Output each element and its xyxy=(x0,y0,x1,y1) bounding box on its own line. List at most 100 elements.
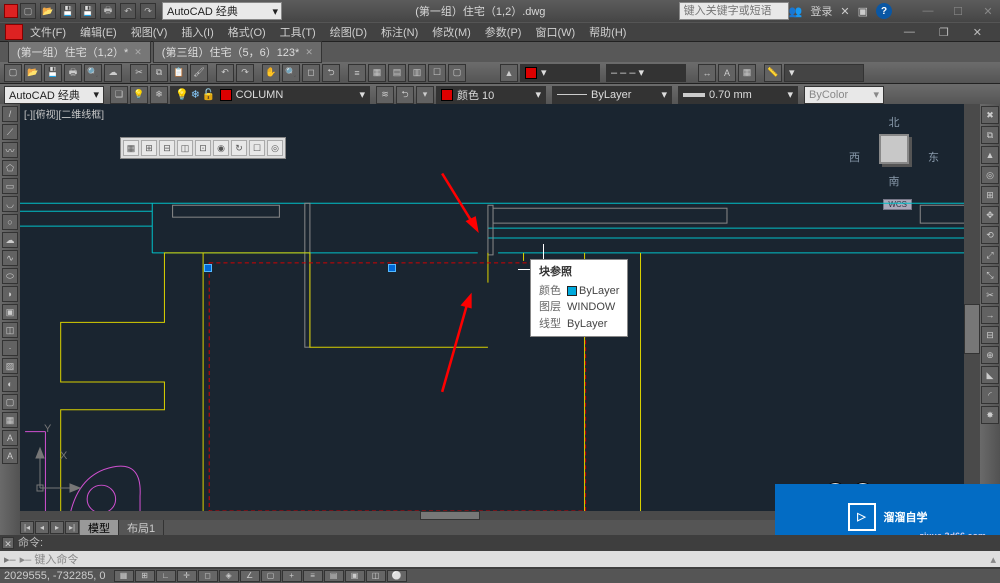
layer-freeze-icon[interactable]: ❄ xyxy=(150,86,168,104)
stretch-icon[interactable]: ⤡ xyxy=(981,266,999,284)
pan-icon[interactable]: ✋ xyxy=(262,64,280,82)
people-icon[interactable]: 👥 xyxy=(789,5,803,18)
3dosnap-toggle[interactable]: ◈ xyxy=(219,570,239,582)
gradient-icon[interactable]: ◐ xyxy=(2,376,18,392)
extend-icon[interactable]: → xyxy=(981,306,999,324)
menu-dimension[interactable]: 标注(N) xyxy=(381,24,418,40)
layer-match-icon[interactable]: ≋ xyxy=(376,86,394,104)
ucs-icon[interactable]: Y X xyxy=(30,448,80,501)
open-icon[interactable]: 📂 xyxy=(24,64,42,82)
zoom-icon[interactable]: 🔍 xyxy=(282,64,300,82)
command-window[interactable]: ✕ 命令: ▸– ▸– 键入命令 ▴ xyxy=(0,535,1000,569)
measure-icon[interactable]: 📏 xyxy=(764,64,782,82)
snap-toggle[interactable]: ▦ xyxy=(114,570,134,582)
menu-view[interactable]: 视图(V) xyxy=(131,24,168,40)
qat-saveas-icon[interactable]: 💾 xyxy=(80,3,96,19)
grip-handle[interactable] xyxy=(204,264,212,272)
redo-icon[interactable]: ↷ xyxy=(236,64,254,82)
new-icon[interactable]: ▢ xyxy=(4,64,22,82)
region-icon[interactable]: ▢ xyxy=(2,394,18,410)
table-icon[interactable]: ▦ xyxy=(738,64,756,82)
menu-file[interactable]: 文件(F) xyxy=(30,24,66,40)
ducs-toggle[interactable]: ▢ xyxy=(261,570,281,582)
qat-undo-icon[interactable]: ↶ xyxy=(120,3,136,19)
properties-icon[interactable]: ≡ xyxy=(348,64,366,82)
scroll-thumb[interactable] xyxy=(420,511,480,520)
mirror2-icon[interactable]: ▲ xyxy=(981,146,999,164)
sheetset-icon[interactable]: ▥ xyxy=(408,64,426,82)
fillet-icon[interactable]: ◜ xyxy=(981,386,999,404)
markup-icon[interactable]: ☐ xyxy=(428,64,446,82)
layer-on-icon[interactable]: 💡 xyxy=(130,86,148,104)
scroll-thumb[interactable] xyxy=(964,304,980,354)
qp-toggle[interactable]: ▣ xyxy=(345,570,365,582)
ortho-toggle[interactable]: ∟ xyxy=(156,570,176,582)
minimize-button[interactable]: — xyxy=(920,5,936,18)
tab-last-icon[interactable]: ▸| xyxy=(65,521,79,534)
help-icon[interactable]: ? xyxy=(876,3,892,19)
table-draw-icon[interactable]: ▦ xyxy=(2,412,18,428)
print-icon[interactable]: 🖶 xyxy=(64,64,82,82)
qat-save-icon[interactable]: 💾 xyxy=(60,3,76,19)
quickcalc-icon[interactable]: ▢ xyxy=(448,64,466,82)
login-link[interactable]: 登录 xyxy=(810,3,832,19)
menu-modify[interactable]: 修改(M) xyxy=(432,24,471,40)
menu-param[interactable]: 参数(P) xyxy=(485,24,522,40)
app-menu-button[interactable] xyxy=(5,24,23,40)
block-icon[interactable]: ◫ xyxy=(2,322,18,338)
revcloud-icon[interactable]: ☁ xyxy=(2,232,18,248)
app-logo-icon[interactable] xyxy=(4,4,18,18)
cmd-close-icon[interactable]: ✕ xyxy=(2,537,14,549)
insert-icon[interactable]: ▣ xyxy=(2,304,18,320)
array-icon[interactable]: ⊞ xyxy=(981,186,999,204)
qat-redo-icon[interactable]: ↷ xyxy=(140,3,156,19)
ellipse-icon[interactable]: ⬭ xyxy=(2,268,18,284)
pline-icon[interactable]: 〰 xyxy=(2,142,18,158)
lineweight-dropdown[interactable]: 0.70 mm▾ xyxy=(678,86,798,104)
cmd-dropdown-icon[interactable]: ▴ xyxy=(990,553,996,566)
polar-toggle[interactable]: ✛ xyxy=(177,570,197,582)
layer-props-icon[interactable]: ❏ xyxy=(110,86,128,104)
publish-icon[interactable]: ☁ xyxy=(104,64,122,82)
menu-tools[interactable]: 工具(T) xyxy=(280,24,316,40)
qat-open-icon[interactable]: 📂 xyxy=(40,3,56,19)
copy2-icon[interactable]: ⧉ xyxy=(981,126,999,144)
zoom-window-icon[interactable]: ◻ xyxy=(302,64,320,82)
point-icon[interactable]: · xyxy=(2,340,18,356)
designcenter-icon[interactable]: ▦ xyxy=(368,64,386,82)
xline-icon[interactable]: ⟋ xyxy=(2,124,18,140)
am-toggle[interactable]: ⚪ xyxy=(387,570,407,582)
copy-icon[interactable]: ⧉ xyxy=(150,64,168,82)
search-input[interactable] xyxy=(679,2,789,20)
tab-first-icon[interactable]: |◂ xyxy=(20,521,34,534)
lwt-toggle[interactable]: ≡ xyxy=(303,570,323,582)
hatch-icon[interactable]: ▨ xyxy=(2,358,18,374)
a360-icon[interactable]: ▣ xyxy=(858,5,868,18)
move-icon[interactable]: ✥ xyxy=(981,206,999,224)
explode-icon[interactable]: ✸ xyxy=(981,406,999,424)
osnap-toggle[interactable]: ◻ xyxy=(198,570,218,582)
model-tab[interactable]: 模型 xyxy=(80,520,119,536)
menu-help[interactable]: 帮助(H) xyxy=(589,24,626,40)
line-icon[interactable]: / xyxy=(2,106,18,122)
arc-icon[interactable]: ◡ xyxy=(2,196,18,212)
style-dd[interactable]: ▾ xyxy=(784,64,864,82)
exchange-icon[interactable]: ✕ xyxy=(840,5,849,18)
addsel-icon[interactable]: A xyxy=(2,448,18,464)
menu-window[interactable]: 窗口(W) xyxy=(535,24,575,40)
break-icon[interactable]: ⊟ xyxy=(981,326,999,344)
color-dropdown[interactable]: 颜色 10▾ xyxy=(436,86,546,104)
layout1-tab[interactable]: 布局1 xyxy=(119,520,164,536)
block-color-dd[interactable]: ▾ xyxy=(520,64,600,82)
linetype-dropdown[interactable]: ByLayer▾ xyxy=(552,86,672,104)
polygon-icon[interactable]: ⬠ xyxy=(2,160,18,176)
tpy-toggle[interactable]: ▤ xyxy=(324,570,344,582)
join-icon[interactable]: ⊕ xyxy=(981,346,999,364)
sc-toggle[interactable]: ◫ xyxy=(366,570,386,582)
scale-icon[interactable]: ⤢ xyxy=(981,246,999,264)
grip-handle[interactable] xyxy=(388,264,396,272)
file-tab-2[interactable]: (第三组）住宅（5，6）123* ✕ xyxy=(153,41,322,63)
match-icon[interactable]: 🖌 xyxy=(190,64,208,82)
close-button[interactable]: ✕ xyxy=(980,5,996,18)
plotstyle-dropdown[interactable]: ByColor▾ xyxy=(804,86,884,104)
